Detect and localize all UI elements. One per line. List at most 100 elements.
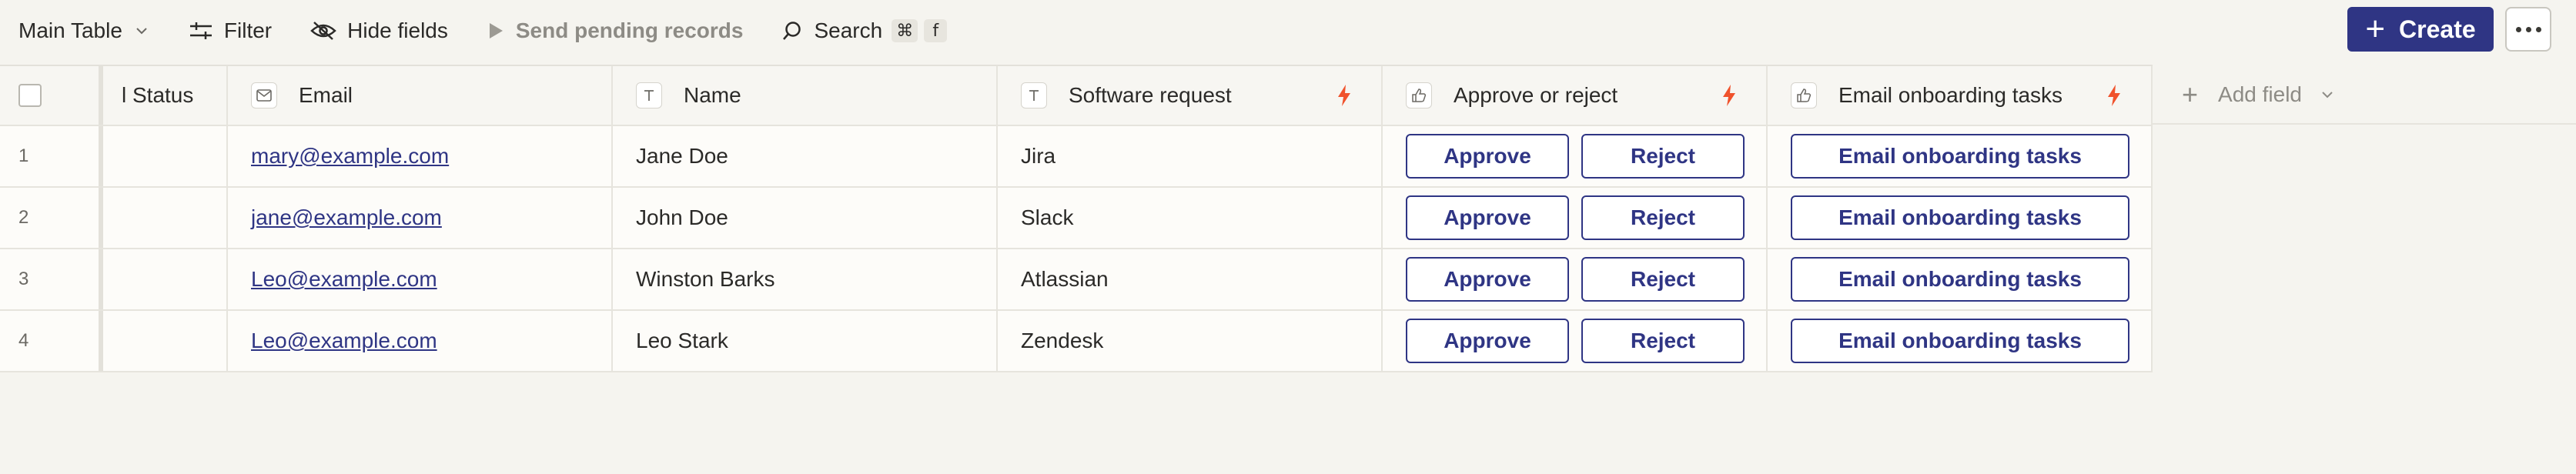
row-index-label: 4 bbox=[18, 330, 29, 351]
email-link[interactable]: Leo@example.com bbox=[251, 267, 437, 292]
frozen-divider bbox=[99, 188, 103, 248]
name-value: Leo Stark bbox=[636, 329, 728, 352]
column-header-status[interactable]: l Status bbox=[99, 66, 228, 125]
frozen-divider bbox=[99, 249, 103, 309]
table-row[interactable]: 2 jane@example.com John Doe Slack Approv… bbox=[0, 188, 2153, 249]
approve-button[interactable]: Approve bbox=[1406, 257, 1569, 302]
filter-icon bbox=[189, 20, 213, 42]
more-dot-icon bbox=[2515, 26, 2521, 32]
name-value: Winston Barks bbox=[636, 267, 775, 291]
onboarding-cell: Email onboarding tasks bbox=[1768, 126, 2153, 186]
reject-button[interactable]: Reject bbox=[1581, 195, 1745, 240]
row-index: 3 bbox=[0, 249, 99, 309]
create-button[interactable]: + Create bbox=[2347, 7, 2494, 52]
select-all-cell bbox=[0, 66, 99, 125]
row-index-label: 2 bbox=[18, 207, 29, 228]
row-index-label: 3 bbox=[18, 269, 29, 289]
software-value: Atlassian bbox=[1021, 267, 1109, 291]
mail-icon bbox=[251, 82, 277, 108]
select-all-checkbox[interactable] bbox=[18, 84, 42, 107]
send-pending-records-button[interactable]: Send pending records bbox=[487, 0, 744, 62]
name-cell[interactable]: Leo Stark bbox=[613, 311, 998, 371]
software-cell[interactable]: Atlassian bbox=[998, 249, 1383, 309]
name-value: Jane Doe bbox=[636, 144, 728, 168]
frozen-divider bbox=[99, 66, 103, 125]
email-cell[interactable]: Leo@example.com bbox=[228, 249, 613, 309]
thumbs-up-icon bbox=[1406, 82, 1432, 108]
column-header-email-onboarding-tasks[interactable]: Email onboarding tasks bbox=[1768, 66, 2153, 125]
status-cell[interactable] bbox=[99, 249, 228, 309]
chevron-down-icon bbox=[133, 22, 150, 39]
column-header-software-request[interactable]: Software request bbox=[998, 66, 1383, 125]
email-onboarding-tasks-button[interactable]: Email onboarding tasks bbox=[1791, 134, 2129, 179]
software-cell[interactable]: Slack bbox=[998, 188, 1383, 248]
approve-button[interactable]: Approve bbox=[1406, 319, 1569, 363]
search-button[interactable]: Search ⌘ f bbox=[781, 0, 948, 62]
email-cell[interactable]: jane@example.com bbox=[228, 188, 613, 248]
column-header-name-label: Name bbox=[684, 83, 741, 107]
email-onboarding-tasks-button[interactable]: Email onboarding tasks bbox=[1791, 319, 2129, 363]
send-pending-label: Send pending records bbox=[515, 18, 744, 42]
column-header-email-label: Email bbox=[299, 83, 353, 107]
reject-button[interactable]: Reject bbox=[1581, 257, 1745, 302]
column-header-onboarding-label: Email onboarding tasks bbox=[1838, 83, 2063, 107]
name-cell[interactable]: Jane Doe bbox=[613, 126, 998, 186]
reject-button[interactable]: Reject bbox=[1581, 319, 1745, 363]
row-index-label: 1 bbox=[18, 145, 29, 166]
table-row[interactable]: 1 mary@example.com Jane Doe Jira Approve… bbox=[0, 126, 2153, 188]
more-dot-icon bbox=[2525, 26, 2531, 32]
email-onboarding-tasks-button[interactable]: Email onboarding tasks bbox=[1791, 195, 2129, 240]
header-row: l Status Email Name Software request App… bbox=[0, 66, 2153, 126]
lightning-bolt-icon bbox=[1337, 84, 1352, 107]
name-cell[interactable]: Winston Barks bbox=[613, 249, 998, 309]
table-row[interactable]: 3 Leo@example.com Winston Barks Atlassia… bbox=[0, 249, 2153, 311]
onboarding-cell: Email onboarding tasks bbox=[1768, 188, 2153, 248]
status-cell[interactable] bbox=[99, 126, 228, 186]
column-header-name[interactable]: Name bbox=[613, 66, 998, 125]
column-header-email[interactable]: Email bbox=[228, 66, 613, 125]
text-icon bbox=[636, 82, 662, 108]
onboarding-cell: Email onboarding tasks bbox=[1768, 249, 2153, 309]
lightning-bolt-icon bbox=[2106, 84, 2122, 107]
row-index: 2 bbox=[0, 188, 99, 248]
email-link[interactable]: Leo@example.com bbox=[251, 329, 437, 353]
email-link[interactable]: mary@example.com bbox=[251, 144, 449, 169]
status-cell[interactable] bbox=[99, 188, 228, 248]
email-cell[interactable]: mary@example.com bbox=[228, 126, 613, 186]
software-cell[interactable]: Zendesk bbox=[998, 311, 1383, 371]
plus-icon: + bbox=[2182, 78, 2199, 110]
add-field-button[interactable]: + Add field bbox=[2153, 66, 2576, 125]
filter-button[interactable]: Filter bbox=[189, 0, 272, 62]
more-dot-icon bbox=[2535, 26, 2541, 32]
row-index: 1 bbox=[0, 126, 99, 186]
filter-label: Filter bbox=[223, 18, 273, 42]
name-cell[interactable]: John Doe bbox=[613, 188, 998, 248]
reject-button[interactable]: Reject bbox=[1581, 134, 1745, 179]
email-onboarding-tasks-button[interactable]: Email onboarding tasks bbox=[1791, 257, 2129, 302]
column-header-software-label: Software request bbox=[1069, 83, 1232, 107]
software-cell[interactable]: Jira bbox=[998, 126, 1383, 186]
approve-button[interactable]: Approve bbox=[1406, 134, 1569, 179]
email-cell[interactable]: Leo@example.com bbox=[228, 311, 613, 371]
text-icon bbox=[1021, 82, 1047, 108]
hide-fields-button[interactable]: Hide fields bbox=[310, 0, 448, 62]
eye-slash-icon bbox=[310, 20, 336, 42]
column-header-status-label: l Status bbox=[122, 83, 194, 107]
email-link[interactable]: jane@example.com bbox=[251, 205, 442, 230]
rows-container: 1 mary@example.com Jane Doe Jira Approve… bbox=[0, 126, 2153, 372]
lightning-bolt-icon bbox=[1721, 84, 1737, 107]
plus-icon: + bbox=[2365, 10, 2386, 48]
add-field-label: Add field bbox=[2218, 82, 2302, 106]
approve-button[interactable]: Approve bbox=[1406, 195, 1569, 240]
shortcut-key-cmd: ⌘ bbox=[892, 19, 918, 42]
name-value: John Doe bbox=[636, 205, 728, 229]
frozen-divider bbox=[99, 311, 103, 371]
software-value: Slack bbox=[1021, 205, 1074, 229]
table-row[interactable]: 4 Leo@example.com Leo Stark Zendesk Appr… bbox=[0, 311, 2153, 372]
table-selector[interactable]: Main Table bbox=[18, 0, 150, 62]
thumbs-up-icon bbox=[1791, 82, 1817, 108]
status-cell[interactable] bbox=[99, 311, 228, 371]
column-header-approve-or-reject[interactable]: Approve or reject bbox=[1383, 66, 1768, 125]
approve-reject-cell: Approve Reject bbox=[1383, 126, 1768, 186]
more-options-button[interactable] bbox=[2505, 7, 2551, 52]
